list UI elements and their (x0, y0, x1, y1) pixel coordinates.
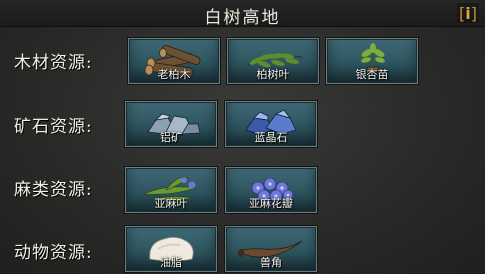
resource-slot-kyanite[interactable]: 蓝晶石 (225, 101, 317, 147)
resource-name: 银杏苗 (355, 68, 389, 81)
resource-name: 兽角 (260, 256, 282, 269)
resource-slot-ginkgo-sapling[interactable]: 银杏苗 (326, 38, 418, 84)
resource-slot-cypress-leaf[interactable]: 柏树叶 (227, 38, 319, 84)
resource-panel: 白树高地 [i] 木材资源: 老柏木 柏树叶 银杏苗 矿石资源: 铝矿 蓝晶石 … (0, 0, 485, 274)
resource-name: 柏树叶 (256, 68, 290, 81)
category-label-ore: 矿石资源: (14, 117, 93, 137)
resource-slot-flax-petal[interactable]: 亚麻花瓣 (225, 167, 317, 213)
info-button[interactable]: [i] (457, 3, 479, 23)
resource-name: 铝矿 (160, 131, 182, 144)
resource-name: 老柏木 (157, 68, 191, 81)
resource-slot-aluminum-ore[interactable]: 铝矿 (125, 101, 217, 147)
resource-name: 亚麻叶 (154, 197, 188, 210)
page-title: 白树高地 (204, 8, 281, 28)
category-label-wood: 木材资源: (14, 53, 93, 73)
title-bar: 白树高地 [i] (0, 0, 485, 28)
resource-name: 亚麻花瓣 (249, 197, 293, 210)
resource-slot-flax-leaf[interactable]: 亚麻叶 (125, 167, 217, 213)
resource-slot-old-cypress[interactable]: 老柏木 (128, 38, 220, 84)
resource-name: 油脂 (160, 256, 182, 269)
resource-name: 蓝晶石 (254, 131, 288, 144)
resource-slot-beast-horn[interactable]: 兽角 (225, 226, 317, 272)
resource-slot-fat[interactable]: 油脂 (125, 226, 217, 272)
category-label-fiber: 麻类资源: (14, 180, 93, 200)
category-label-animal: 动物资源: (14, 243, 93, 263)
